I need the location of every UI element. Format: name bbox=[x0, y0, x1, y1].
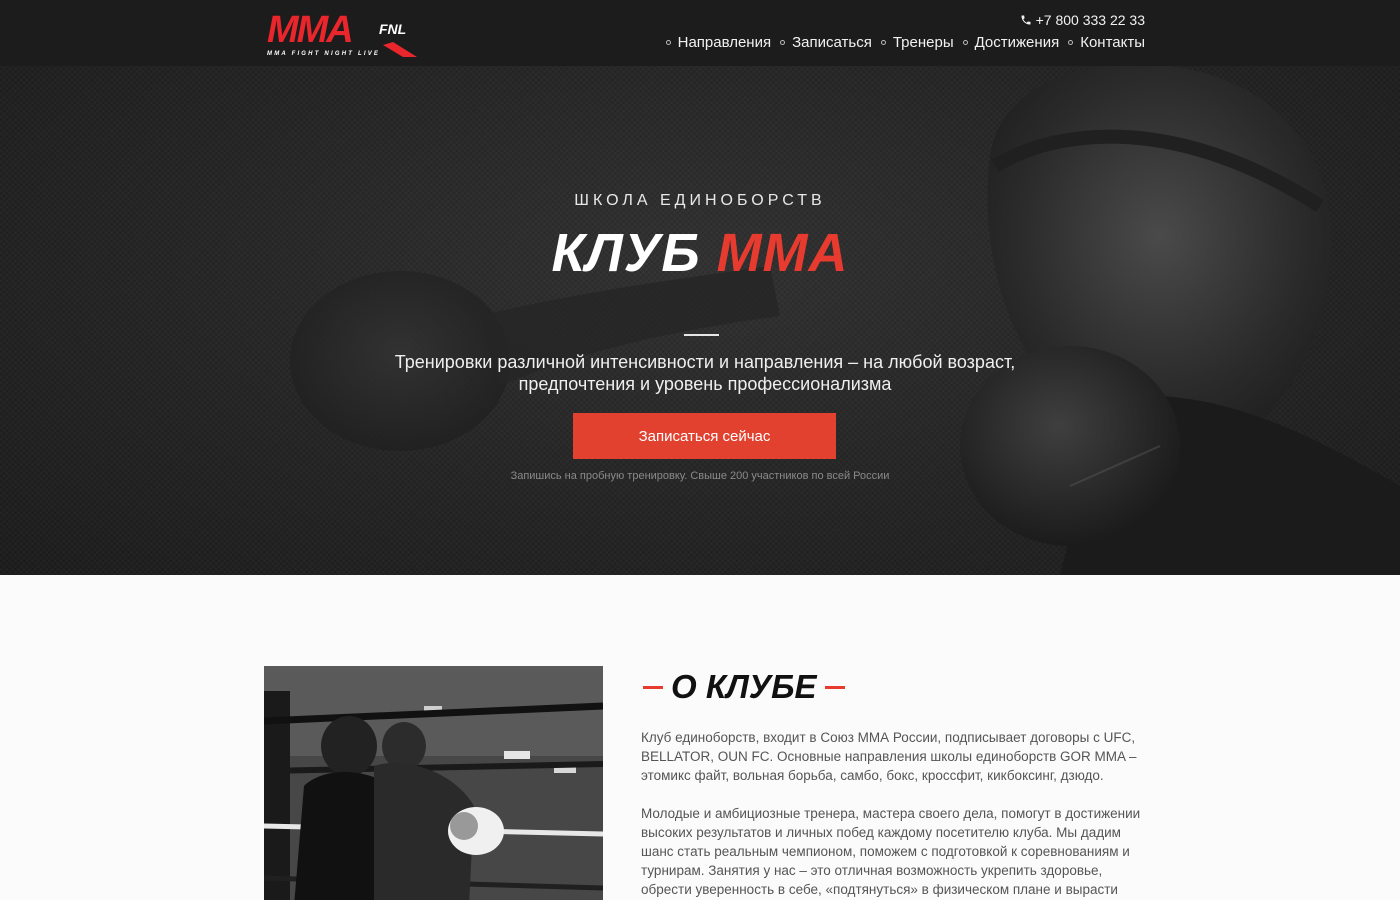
about-photo bbox=[264, 666, 603, 900]
boxing-ring-photo bbox=[264, 666, 603, 900]
boxer-background-image bbox=[290, 66, 1400, 575]
about-title-text: О КЛУБЕ bbox=[671, 668, 817, 705]
site-header: MMA FNL MMA FIGHT NIGHT LIVE +7 800 333 … bbox=[0, 0, 1400, 66]
nav-item-trainers[interactable]: Тренеры bbox=[880, 34, 954, 51]
logo-badge-text: FNL bbox=[379, 21, 406, 37]
about-title: О КЛУБЕ bbox=[641, 668, 845, 706]
hero-title-white: КЛУБ bbox=[551, 223, 701, 283]
hero-title: КЛУБ ММА bbox=[0, 222, 1400, 284]
about-paragraph-2: Молодые и амбициозные тренера, мастера с… bbox=[641, 806, 1141, 897]
hero-description-line1: Тренировки различной интенсивности и нап… bbox=[394, 352, 1016, 372]
header-phone[interactable]: +7 800 333 22 33 bbox=[1020, 12, 1145, 28]
hero-note: Запишись на пробную тренировку. Свыше 20… bbox=[510, 470, 890, 482]
title-dash-left bbox=[643, 685, 663, 689]
nav-item-directions[interactable]: Направления bbox=[665, 34, 772, 51]
nav-item-contacts[interactable]: Контакты bbox=[1068, 34, 1145, 51]
phone-number[interactable]: +7 800 333 22 33 bbox=[1036, 12, 1145, 28]
nav-item-signup[interactable]: Записаться bbox=[780, 34, 872, 51]
phone-icon bbox=[1021, 15, 1031, 25]
logo-graphic: MMA FNL MMA FIGHT NIGHT LIVE bbox=[267, 9, 417, 57]
nav-item-label: Записаться bbox=[792, 34, 872, 51]
signup-now-button[interactable]: Записаться сейчас bbox=[573, 413, 836, 459]
hero-divider bbox=[684, 334, 719, 336]
title-dash-right bbox=[824, 685, 845, 689]
hero-section: ШКОЛА ЕДИНОБОРСТВ КЛУБ ММА Тренировки ра… bbox=[0, 66, 1400, 575]
about-section: О КЛУБЕ Клуб единоборств, входит в Союз … bbox=[0, 575, 1400, 900]
nav-item-label: Направления bbox=[677, 34, 772, 51]
nav-item-label: Достижения bbox=[974, 34, 1060, 51]
about-text: Клуб единоборств, входит в Союз ММА Росс… bbox=[641, 728, 1146, 900]
logo[interactable]: MMA FNL MMA FIGHT NIGHT LIVE bbox=[265, 9, 417, 59]
bullet-icon bbox=[1068, 40, 1074, 45]
logo-tagline: MMA FIGHT NIGHT LIVE bbox=[267, 51, 380, 57]
main-nav: Направления Записаться Тренеры Достижени… bbox=[657, 34, 1145, 51]
hero-title-red: ММА bbox=[716, 223, 849, 283]
nav-item-label: Тренеры bbox=[892, 34, 954, 51]
nav-item-achievements[interactable]: Достижения bbox=[962, 34, 1060, 51]
bullet-icon bbox=[880, 40, 886, 45]
about-paragraph-1: Клуб единоборств, входит в Союз ММА Росс… bbox=[641, 730, 1137, 783]
logo-main-text: MMA bbox=[267, 9, 352, 51]
bullet-icon bbox=[780, 40, 786, 45]
hero-description: Тренировки различной интенсивности и нап… bbox=[350, 351, 1060, 395]
hero-subtitle: ШКОЛА ЕДИНОБОРСТВ bbox=[574, 192, 826, 209]
bullet-icon bbox=[665, 40, 671, 45]
nav-item-label: Контакты bbox=[1080, 34, 1145, 51]
hero-description-line2: предпочтения и уровень профессионализма bbox=[518, 374, 892, 394]
bullet-icon bbox=[962, 40, 968, 45]
